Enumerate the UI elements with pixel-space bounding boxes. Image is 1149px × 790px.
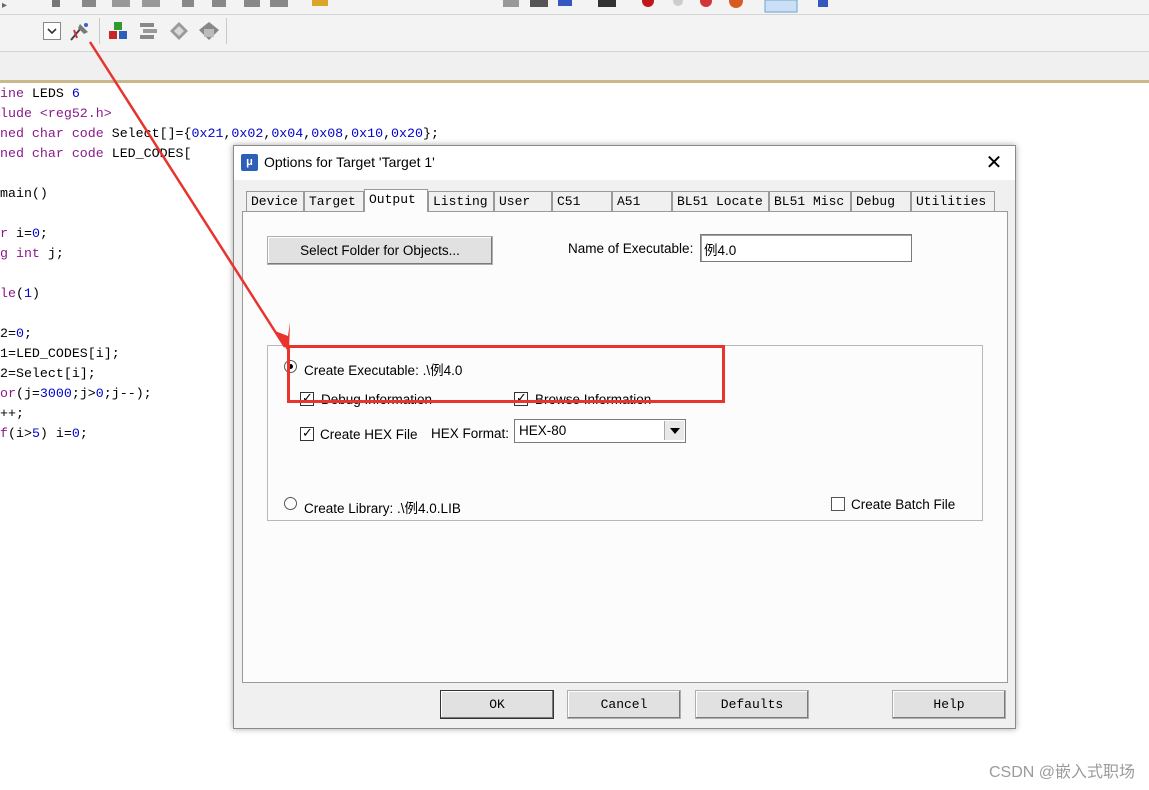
tab-output[interactable]: Output — [364, 189, 428, 212]
watermark: CSDN @嵌入式职场 — [988, 764, 1135, 781]
annotation-arrow — [88, 41, 290, 353]
